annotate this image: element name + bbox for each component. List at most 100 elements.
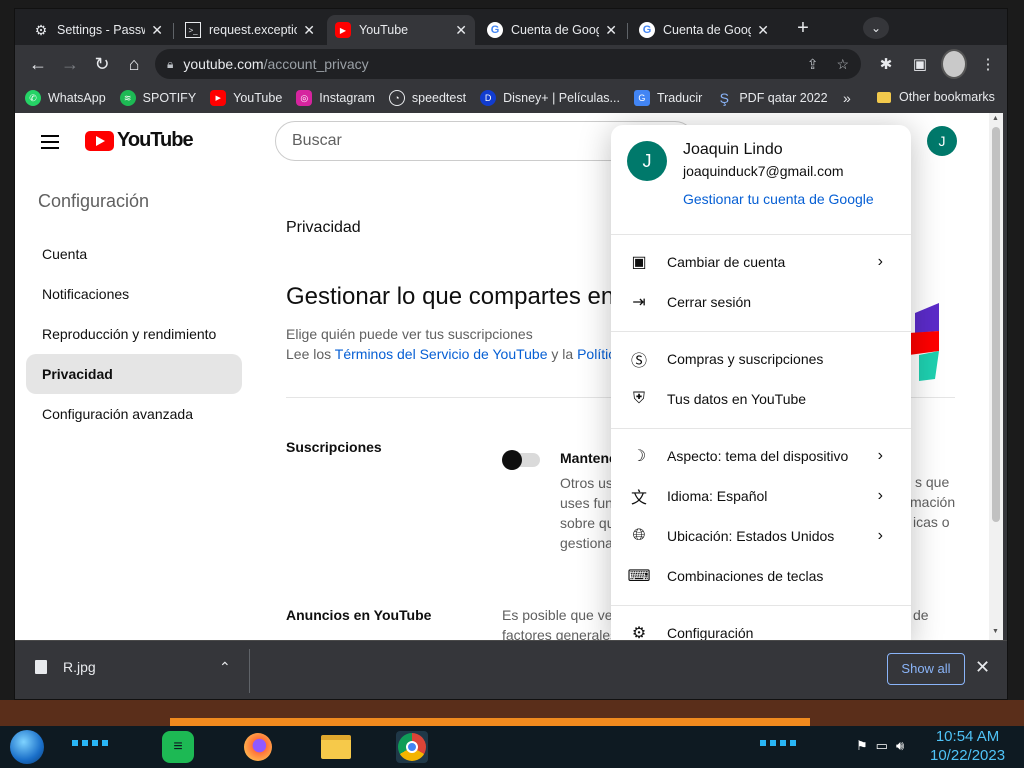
firefox-icon[interactable] [242, 731, 274, 763]
tab-youtube[interactable]: ▶ YouTube ✕ [327, 15, 475, 45]
menu-item-location[interactable]: 🌐︎ Ubicación: Estados Unidos › [611, 516, 911, 556]
extensions-icon[interactable]: ✱ [873, 49, 899, 79]
menu-item-your-data[interactable]: ⛨ Tus datos en YouTube [611, 379, 911, 419]
youtube-play-icon [85, 130, 114, 151]
bookmark-pdf-qatar[interactable]: Ş PDF qatar 2022 [716, 90, 828, 106]
menu-item-keyboard-shortcuts[interactable]: ⌨ Combinaciones de teclas [611, 556, 911, 596]
new-tab-button[interactable]: + [791, 17, 815, 41]
tab-google-account-2[interactable]: G Cuenta de Goog ✕ [631, 15, 777, 45]
address-bar[interactable]: 🔒︎ youtube.com/account_privacy ⇪ ☆ [155, 49, 861, 79]
close-icon[interactable]: ✕ [757, 22, 769, 39]
tab-request-exception[interactable]: >_ request.exceptio ✕ [177, 15, 323, 45]
chevron-right-icon: › [877, 253, 883, 270]
avatar: J [627, 141, 667, 181]
youtube-icon: ▶ [210, 90, 227, 106]
dollar-icon: Ⓢ [630, 353, 647, 370]
tab-strip: ⚙ Settings - Passw ✕ >_ request.exceptio… [15, 9, 1007, 45]
tab-search-button[interactable]: ⌄ [863, 17, 889, 39]
volume-icon[interactable]: 🔊︎ [896, 738, 904, 754]
chevron-up-icon[interactable]: ⌃ [219, 659, 231, 676]
close-icon[interactable]: ✕ [303, 22, 315, 39]
spotify-taskbar-icon[interactable]: ≡ [162, 731, 194, 763]
terms-link[interactable]: Términos del Servicio de YouTube [335, 346, 548, 362]
sign-out-icon: ⇥ [632, 294, 646, 311]
scroll-up-icon[interactable]: ▲ [992, 115, 999, 122]
side-panel-icon[interactable]: ▣ [907, 49, 933, 79]
menu-item-purchases[interactable]: Ⓢ Compras y suscripciones [611, 339, 911, 379]
bookmark-youtube[interactable]: ▶ YouTube [210, 90, 282, 106]
bookmark-instagram[interactable]: ◎ Instagram [296, 90, 375, 106]
subscriptions-option-label: Mantene [560, 450, 617, 466]
desc-fragment: icas o [913, 514, 950, 530]
show-all-downloads-button[interactable]: Show all [887, 653, 965, 685]
sidebar-item-cuenta[interactable]: Cuenta [26, 234, 242, 274]
shield-user-icon: ⛨ [632, 390, 645, 407]
desktop-background [0, 700, 1024, 726]
system-tray: ⚑ ▭ 🔊︎ [856, 738, 904, 754]
close-icon[interactable]: ✕ [455, 22, 467, 39]
network-icon[interactable]: ▭ [876, 738, 888, 754]
youtube-icon: ▶ [335, 22, 351, 38]
close-icon[interactable]: ✕ [605, 22, 617, 39]
settings-title: Configuración [38, 191, 150, 211]
other-bookmarks[interactable]: Other bookmarks [877, 90, 995, 104]
menu-item-sign-out[interactable]: ⇥ Cerrar sesión [611, 282, 911, 322]
bookmark-translate[interactable]: G Traducir [633, 90, 702, 106]
section-title: Privacidad [286, 219, 361, 236]
policy-link[interactable]: Polític [577, 346, 615, 362]
tab-settings[interactable]: ⚙ Settings - Passw ✕ [25, 15, 171, 45]
tab-label: Cuenta de Goog [511, 23, 600, 37]
google-icon: G [487, 22, 503, 38]
star-icon[interactable]: ☆ [836, 56, 849, 73]
sidebar-item-reproduccion[interactable]: Reproducción y rendimiento [26, 314, 242, 354]
close-icon[interactable]: ✕ [151, 22, 163, 39]
more-menu-icon[interactable]: ⋮ [975, 49, 1001, 79]
tab-google-account-1[interactable]: G Cuenta de Goog ✕ [479, 15, 625, 45]
menu-item-language[interactable]: 文 Idioma: Español › [611, 476, 911, 516]
forward-button[interactable]: → [55, 49, 85, 79]
file-explorer-icon[interactable] [320, 731, 352, 763]
back-button[interactable]: ← [23, 49, 53, 79]
sidebar-item-avanzada[interactable]: Configuración avanzada [26, 394, 242, 434]
close-download-bar-icon[interactable]: ✕ [975, 657, 990, 678]
bookmarks-overflow-icon[interactable]: » [843, 90, 851, 106]
gear-icon: ⚙ [34, 21, 48, 38]
bookmark-speedtest[interactable]: ◔ speedtest [388, 90, 466, 106]
chevron-right-icon: › [877, 487, 883, 504]
share-icon[interactable]: ⇪ [807, 56, 819, 73]
lock-icon[interactable]: 🔒︎ [167, 57, 173, 72]
bookmark-spotify[interactable]: ≋ SPOTIFY [119, 90, 196, 106]
page-heading: Gestionar lo que compartes en [286, 283, 615, 310]
avatar[interactable]: J [927, 126, 957, 156]
start-button[interactable] [10, 730, 44, 764]
home-button[interactable]: ⌂ [119, 49, 149, 79]
reload-button[interactable]: ↻ [87, 49, 117, 79]
whatsapp-icon: ✆ [25, 90, 41, 106]
taskbar-clock[interactable]: 10:54 AM 10/22/2023 [930, 727, 1005, 765]
menu-item-settings[interactable]: ⚙ Configuración [611, 613, 911, 640]
spotify-icon: ≋ [119, 90, 136, 106]
subscriptions-private-toggle[interactable] [502, 450, 540, 470]
page-scrollbar[interactable]: ▲ ▼ [989, 113, 1003, 640]
chevron-right-icon: › [877, 447, 883, 464]
youtube-logo[interactable]: YouTube [85, 129, 194, 152]
speedtest-icon: ◔ [388, 90, 405, 106]
download-item[interactable]: R.jpg [35, 659, 96, 675]
sidebar-item-privacidad[interactable]: Privacidad [26, 354, 242, 394]
menu-item-appearance[interactable]: ☽ Aspecto: tema del dispositivo › [611, 436, 911, 476]
menu-item-switch-account[interactable]: ▣ Cambiar de cuenta › [611, 242, 911, 282]
hamburger-menu-icon[interactable] [41, 135, 59, 149]
keyboard-icon: ⌨ [627, 568, 651, 585]
sidebar-item-notificaciones[interactable]: Notificaciones [26, 274, 242, 314]
flag-icon[interactable]: ⚑ [856, 738, 868, 754]
chrome-icon[interactable] [396, 731, 428, 763]
profile-avatar[interactable] [941, 49, 967, 79]
scroll-down-icon[interactable]: ▼ [992, 628, 999, 635]
bookmarks-bar: ✆ WhatsApp ≋ SPOTIFY ▶ YouTube ◎ Instagram ◔… [15, 83, 1007, 113]
bookmark-disney[interactable]: D Disney+ | Películas... [480, 90, 620, 106]
chevron-right-icon: › [877, 527, 883, 544]
bookmark-whatsapp[interactable]: ✆ WhatsApp [25, 90, 106, 106]
desc-fragment: s que [915, 474, 950, 490]
manage-google-account-link[interactable]: Gestionar tu cuenta de Google [683, 191, 874, 207]
info-link[interactable]: mación [910, 494, 955, 510]
